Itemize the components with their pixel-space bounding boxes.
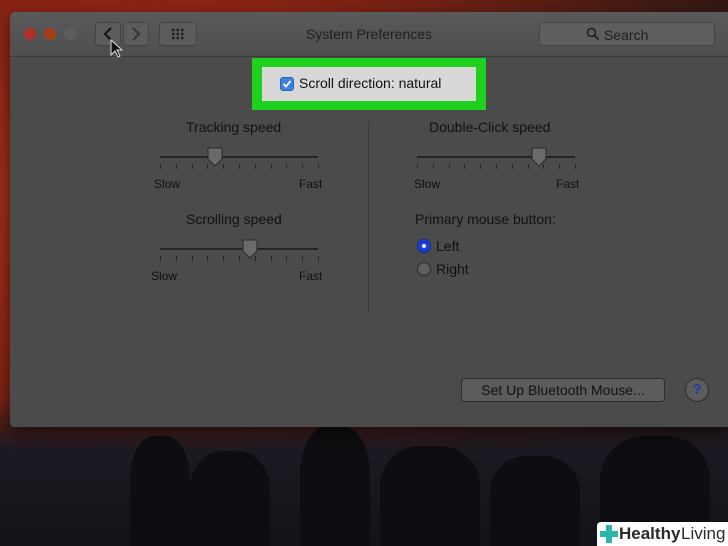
plus-logo-icon (600, 525, 618, 543)
scroll-direction-label: Scroll direction: natural (299, 75, 442, 91)
column-divider (368, 122, 369, 312)
slider-tick (239, 164, 240, 169)
double-click-speed-max-label: Fast (556, 177, 580, 191)
tree-silhouette (490, 456, 580, 546)
slider-tick (286, 164, 287, 169)
set-up-bluetooth-mouse-button[interactable]: Set Up Bluetooth Mouse... (461, 378, 665, 402)
slider-tick (496, 164, 497, 169)
plus-logo-horizontal (600, 531, 618, 537)
slider-track (160, 248, 318, 250)
tracking-speed-label: Tracking speed (186, 119, 282, 135)
slider-tick (271, 256, 272, 261)
help-button[interactable]: ? (685, 378, 709, 402)
double-click-speed-label: Double-Click speed (429, 119, 551, 135)
left-button-label: Left (436, 238, 460, 254)
slider-tick (464, 164, 465, 169)
search-field[interactable]: Search (539, 22, 715, 46)
slider-tick (575, 164, 576, 169)
slider-tick (318, 164, 319, 169)
tracking-speed-max-label: Fast (299, 177, 323, 191)
search-icon (586, 27, 600, 44)
tree-silhouette (380, 446, 480, 546)
watermark-bold-text: Healthy (619, 524, 681, 543)
slider-tick (255, 164, 256, 169)
slider-tick (449, 164, 450, 169)
slider-tick (160, 164, 161, 169)
system-preferences-window: System Preferences Search Scroll directi… (10, 12, 728, 427)
left-button-radio[interactable] (417, 239, 431, 253)
double-click-speed-min-label: Slow (414, 177, 441, 191)
watermark-regular-text: Living (681, 524, 726, 543)
tree-silhouette (130, 436, 190, 546)
slider-tick (192, 164, 193, 169)
slider-tick (528, 164, 529, 169)
scroll-direction-checkbox[interactable] (280, 77, 294, 91)
search-placeholder: Search (604, 27, 649, 43)
checkmark-icon (282, 80, 292, 88)
slider-tick (239, 256, 240, 261)
slider-tick (160, 256, 161, 261)
slider-tick (433, 164, 434, 169)
slider-tick (417, 164, 418, 169)
scrolling-speed-min-label: Slow (151, 269, 178, 283)
slider-knob[interactable] (531, 147, 547, 167)
titlebar: System Preferences Search (10, 12, 728, 58)
slider-tick (318, 256, 319, 261)
slider-knob[interactable] (242, 239, 258, 259)
tree-silhouette (190, 451, 270, 546)
slider-tick (512, 164, 513, 169)
slider-tick (286, 256, 287, 261)
slider-tick (302, 256, 303, 261)
scroll-direction-highlight: Scroll direction: natural (252, 58, 486, 110)
healthy-living-watermark: Healthy Living (597, 522, 728, 546)
slider-tick (176, 256, 177, 261)
right-button-radio[interactable] (417, 262, 431, 276)
mouse-pointer-icon (110, 39, 124, 58)
slider-tick (559, 164, 560, 169)
slider-tick (176, 164, 177, 169)
slider-tick (207, 256, 208, 261)
slider-tick (271, 164, 272, 169)
slider-tick (302, 164, 303, 169)
slider-track (417, 156, 575, 158)
tree-silhouette (300, 426, 370, 546)
scroll-direction-checkbox-row[interactable]: Scroll direction: natural (262, 67, 476, 101)
tracking-speed-min-label: Slow (154, 177, 181, 191)
slider-track (160, 156, 318, 158)
slider-knob[interactable] (207, 147, 223, 167)
slider-tick (192, 256, 193, 261)
scrolling-speed-label: Scrolling speed (186, 211, 282, 227)
scrolling-speed-max-label: Fast (299, 269, 323, 283)
right-button-label: Right (436, 261, 469, 277)
slider-tick (223, 256, 224, 261)
slider-tick (480, 164, 481, 169)
primary-mouse-button-label: Primary mouse button: (415, 211, 556, 227)
